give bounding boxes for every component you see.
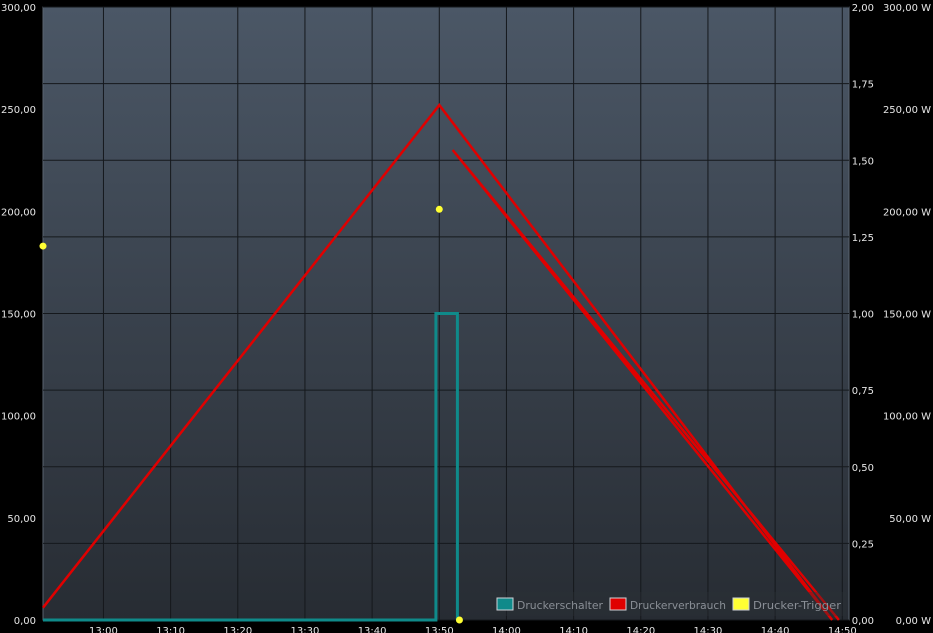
y-left-tick-label: 0,00 [14, 616, 36, 627]
x-tick-label: 14:10 [559, 626, 588, 633]
druckerverbrauch-legend-swatch [609, 597, 627, 611]
y-right-outer-tick-label: 100,00 W [883, 412, 931, 423]
x-tick-label: 13:30 [291, 626, 320, 633]
x-tick-label: 14:30 [694, 626, 723, 633]
y-right-tick-label: 1,25 [852, 233, 874, 244]
y-right-outer-tick-label: 250,00 W [883, 105, 931, 116]
y-right-tick-label: 1,50 [852, 156, 874, 167]
y-left-tick-label: 200,00 [1, 207, 36, 218]
y-right-tick-label: 0,75 [852, 386, 874, 397]
y-right-tick-label: 0,50 [852, 463, 874, 474]
chart: 13:00 13:10 13:20 13:30 13:40 13:50 14:00 14:10… [1, 3, 931, 633]
y-left-tick-label: 50,00 [7, 514, 36, 525]
y-left-tick-label: 100,00 [1, 412, 36, 423]
x-tick-label: 13:10 [156, 626, 185, 633]
druckerschalter-legend-label: Druckerschalter [517, 599, 603, 612]
legend: Druckerschalter Druckerverbrauch Drucker-T… [490, 592, 846, 616]
y-right-tick-label: 1,75 [852, 80, 874, 91]
y-right-tick-label: 0,00 [852, 616, 874, 627]
x-tick-label: 13:40 [358, 626, 387, 633]
x-tick-label: 13:00 [89, 626, 118, 633]
y-left-tick-label: 150,00 [1, 310, 36, 321]
druckerschalter-legend-swatch [496, 597, 514, 611]
y-right-outer-tick-label: 300,00 W [883, 3, 931, 14]
y-right-tick-label: 0,25 [852, 539, 874, 550]
y-right-outer-tick-label: 50,00 W [889, 514, 931, 525]
x-tick-label: 14:20 [626, 626, 655, 633]
y-left-tick-label: 250,00 [1, 105, 36, 116]
x-tick-label: 14:00 [492, 626, 521, 633]
drucker-trigger-point [435, 205, 443, 213]
drucker-trigger-legend-label: Drucker-Trigger [753, 599, 841, 612]
x-tick-label: 14:40 [761, 626, 790, 633]
y-right-outer-tick-label: 150,00 W [883, 310, 931, 321]
x-tick-label: 13:50 [425, 626, 454, 633]
y-left-tick-label: 300,00 [1, 3, 36, 14]
x-tick-label: 14:50 [828, 626, 857, 633]
y-right-tick-label: 2,00 [852, 3, 874, 14]
y-right-outer-tick-label: 0,00 W [896, 616, 931, 627]
druckerverbrauch-legend-label: Druckerverbrauch [630, 599, 726, 612]
drucker-trigger-point [39, 242, 47, 250]
y-right-outer-tick-label: 200,00 W [883, 207, 931, 218]
y-right-tick-label: 1,00 [852, 310, 874, 321]
x-tick-label: 13:20 [223, 626, 252, 633]
drucker-trigger-legend-swatch [732, 597, 750, 611]
drucker-trigger-point [455, 616, 463, 624]
